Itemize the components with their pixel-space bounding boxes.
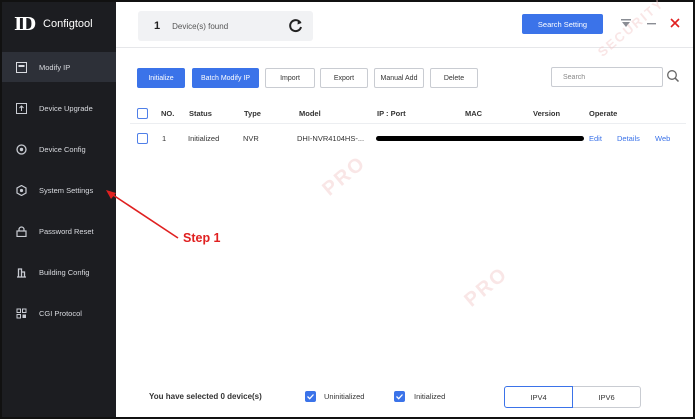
- web-link[interactable]: Web: [655, 134, 670, 143]
- manual-add-button[interactable]: Manual Add: [374, 68, 424, 88]
- sidebar-item-system-settings[interactable]: System Settings: [2, 175, 116, 205]
- close-icon[interactable]: [668, 16, 682, 30]
- uninitialized-label: Uninitialized: [324, 392, 365, 401]
- sidebar: ID Configtool Modify IP Device Upgrade D…: [2, 2, 116, 417]
- ipv4-tab[interactable]: IPV4: [504, 386, 573, 408]
- cell-model: DHI-NVR4104HS-...: [297, 134, 365, 143]
- search-icon[interactable]: [666, 69, 680, 83]
- sidebar-item-label: Password Reset: [39, 226, 94, 236]
- select-all-checkbox[interactable]: [137, 108, 148, 119]
- column-header-operate: Operate: [589, 109, 618, 118]
- sidebar-item-label: Device Config: [39, 144, 86, 154]
- app-logo: ID: [14, 13, 36, 35]
- column-header-status: Status: [189, 109, 212, 118]
- building-icon: [15, 266, 27, 278]
- table-header-divider: [130, 123, 686, 124]
- cell-type: NVR: [243, 134, 259, 143]
- details-link[interactable]: Details: [617, 134, 640, 143]
- step-arrow: [106, 190, 179, 239]
- initialized-label: Initialized: [414, 392, 446, 401]
- step-label: Step 1: [183, 231, 221, 245]
- column-header-type: Type: [244, 109, 261, 118]
- initialized-checkbox[interactable]: [394, 391, 405, 402]
- system-settings-icon: [15, 184, 27, 196]
- export-button[interactable]: Export: [320, 68, 368, 88]
- column-header-no: NO.: [161, 109, 175, 118]
- device-found-box: 1 Device(s) found: [138, 11, 313, 41]
- sidebar-item-building-config[interactable]: Building Config: [2, 257, 116, 287]
- sidebar-item-label: CGI Protocol: [39, 308, 82, 318]
- upgrade-icon: [15, 102, 27, 114]
- uninitialized-checkbox[interactable]: [305, 391, 316, 402]
- sidebar-item-modify-ip[interactable]: Modify IP: [2, 52, 116, 82]
- refresh-icon[interactable]: [287, 17, 305, 35]
- initialize-button[interactable]: Initialize: [137, 68, 185, 88]
- column-header-version: Version: [533, 109, 561, 118]
- sidebar-item-label: Building Config: [39, 267, 90, 277]
- delete-button[interactable]: Delete: [430, 68, 478, 88]
- batch-modify-ip-button[interactable]: Batch Modify IP: [192, 68, 259, 88]
- sidebar-item-device-upgrade[interactable]: Device Upgrade: [2, 93, 116, 123]
- sidebar-item-cgi-protocol[interactable]: CGI Protocol: [2, 298, 116, 328]
- selected-count-text: You have selected 0 device(s): [149, 392, 262, 401]
- cell-status: Initialized: [188, 134, 220, 143]
- column-header-model: Model: [299, 109, 321, 118]
- sidebar-item-label: Modify IP: [39, 62, 71, 72]
- column-header-mac: MAC: [465, 109, 483, 118]
- device-found-count: 1: [154, 20, 161, 32]
- column-header-ip-port: IP : Port: [377, 109, 406, 118]
- ipv6-tab[interactable]: IPV6: [573, 386, 641, 408]
- edit-link[interactable]: Edit: [589, 134, 602, 143]
- redaction-bar: [376, 136, 584, 141]
- logo-row: ID Configtool: [2, 2, 116, 46]
- config-icon: [15, 143, 27, 155]
- search-input[interactable]: [551, 67, 663, 87]
- app-title: Configtool: [43, 18, 93, 30]
- lock-icon: [15, 225, 27, 237]
- modify-ip-icon: [15, 61, 27, 73]
- import-button[interactable]: Import: [265, 68, 315, 88]
- row-checkbox[interactable]: [137, 133, 148, 144]
- sidebar-item-label: System Settings: [39, 185, 94, 195]
- search-setting-button[interactable]: Search Setting: [522, 14, 603, 34]
- sidebar-item-device-config[interactable]: Device Config: [2, 134, 116, 164]
- cell-no: 1: [162, 134, 167, 143]
- sidebar-item-label: Device Upgrade: [39, 103, 93, 113]
- cgi-icon: [15, 307, 27, 319]
- sidebar-item-password-reset[interactable]: Password Reset: [2, 216, 116, 246]
- device-found-label: Device(s) found: [172, 21, 229, 31]
